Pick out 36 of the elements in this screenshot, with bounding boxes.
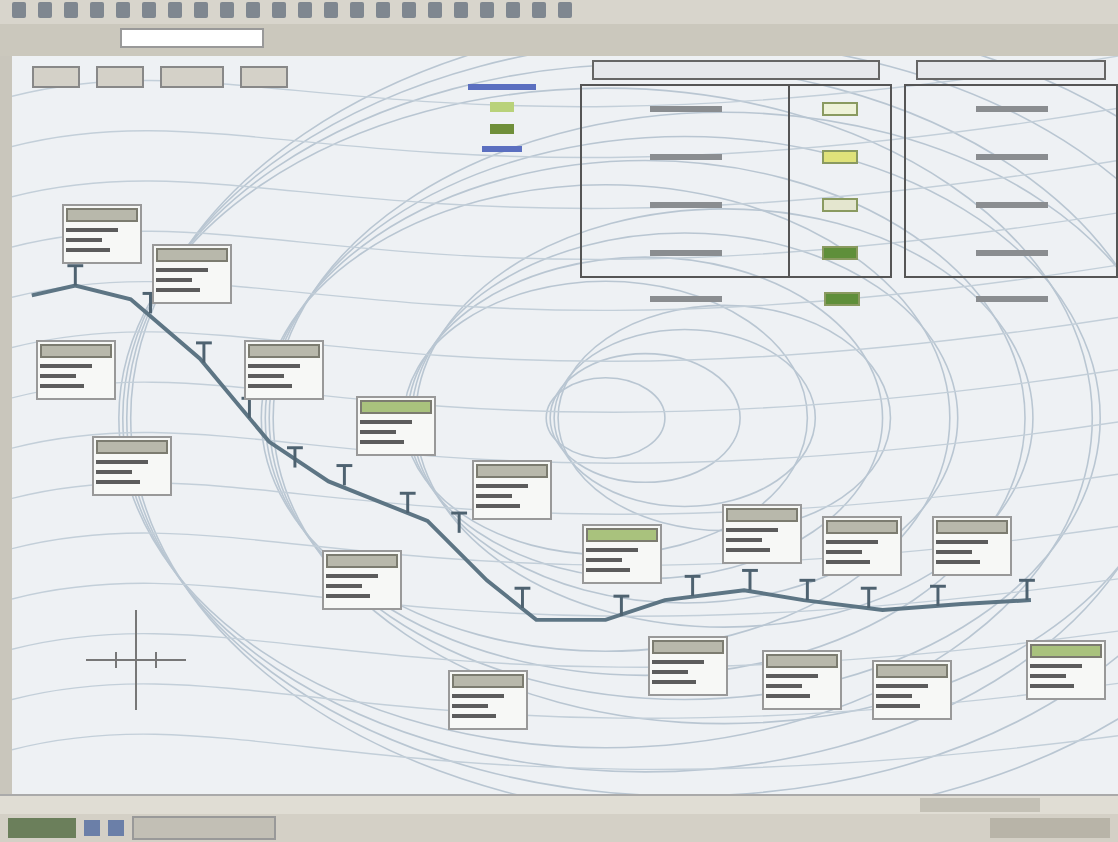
blurred-text-bar bbox=[975, 249, 1047, 256]
blurred-text-bar bbox=[975, 201, 1047, 208]
blurred-text-bar bbox=[482, 146, 522, 152]
horizontal-scrollbar[interactable] bbox=[0, 794, 1118, 814]
blurred-text-bar bbox=[975, 106, 1047, 113]
turbine-icon bbox=[67, 264, 84, 286]
map-button[interactable] bbox=[160, 66, 224, 88]
taskbar-window-button[interactable] bbox=[132, 816, 276, 840]
start-button[interactable] bbox=[8, 818, 76, 838]
turbine-icon bbox=[336, 464, 353, 486]
blurred-text-bar bbox=[975, 154, 1047, 161]
map-button[interactable] bbox=[96, 66, 144, 88]
map-button[interactable] bbox=[240, 66, 288, 88]
turbine-icon bbox=[684, 574, 701, 597]
blurred-text-bar bbox=[650, 295, 722, 301]
turbine-icon bbox=[613, 594, 630, 616]
turbine-icon bbox=[514, 586, 531, 608]
turbine-icon bbox=[799, 578, 816, 601]
blurred-text-bar bbox=[649, 201, 721, 208]
blurred-text-bar bbox=[649, 154, 721, 161]
blurred-text-bar bbox=[975, 295, 1047, 301]
map-button[interactable] bbox=[32, 66, 80, 88]
turbine-icon bbox=[196, 341, 212, 363]
system-tray bbox=[990, 818, 1110, 838]
scroll-thumb[interactable] bbox=[920, 798, 1040, 812]
blurred-text-bar bbox=[649, 106, 721, 113]
address-field[interactable] bbox=[120, 28, 264, 48]
turbine-icon bbox=[451, 511, 468, 533]
turbine-icon bbox=[930, 584, 946, 607]
turbine-icon bbox=[399, 491, 416, 514]
turbine-icon bbox=[860, 586, 877, 608]
turbine-icon bbox=[742, 568, 758, 591]
blurred-text-bar bbox=[468, 84, 536, 90]
turbine-icon bbox=[287, 446, 303, 468]
turbine-icon bbox=[1019, 578, 1035, 601]
blurred-text-bar bbox=[649, 249, 721, 256]
